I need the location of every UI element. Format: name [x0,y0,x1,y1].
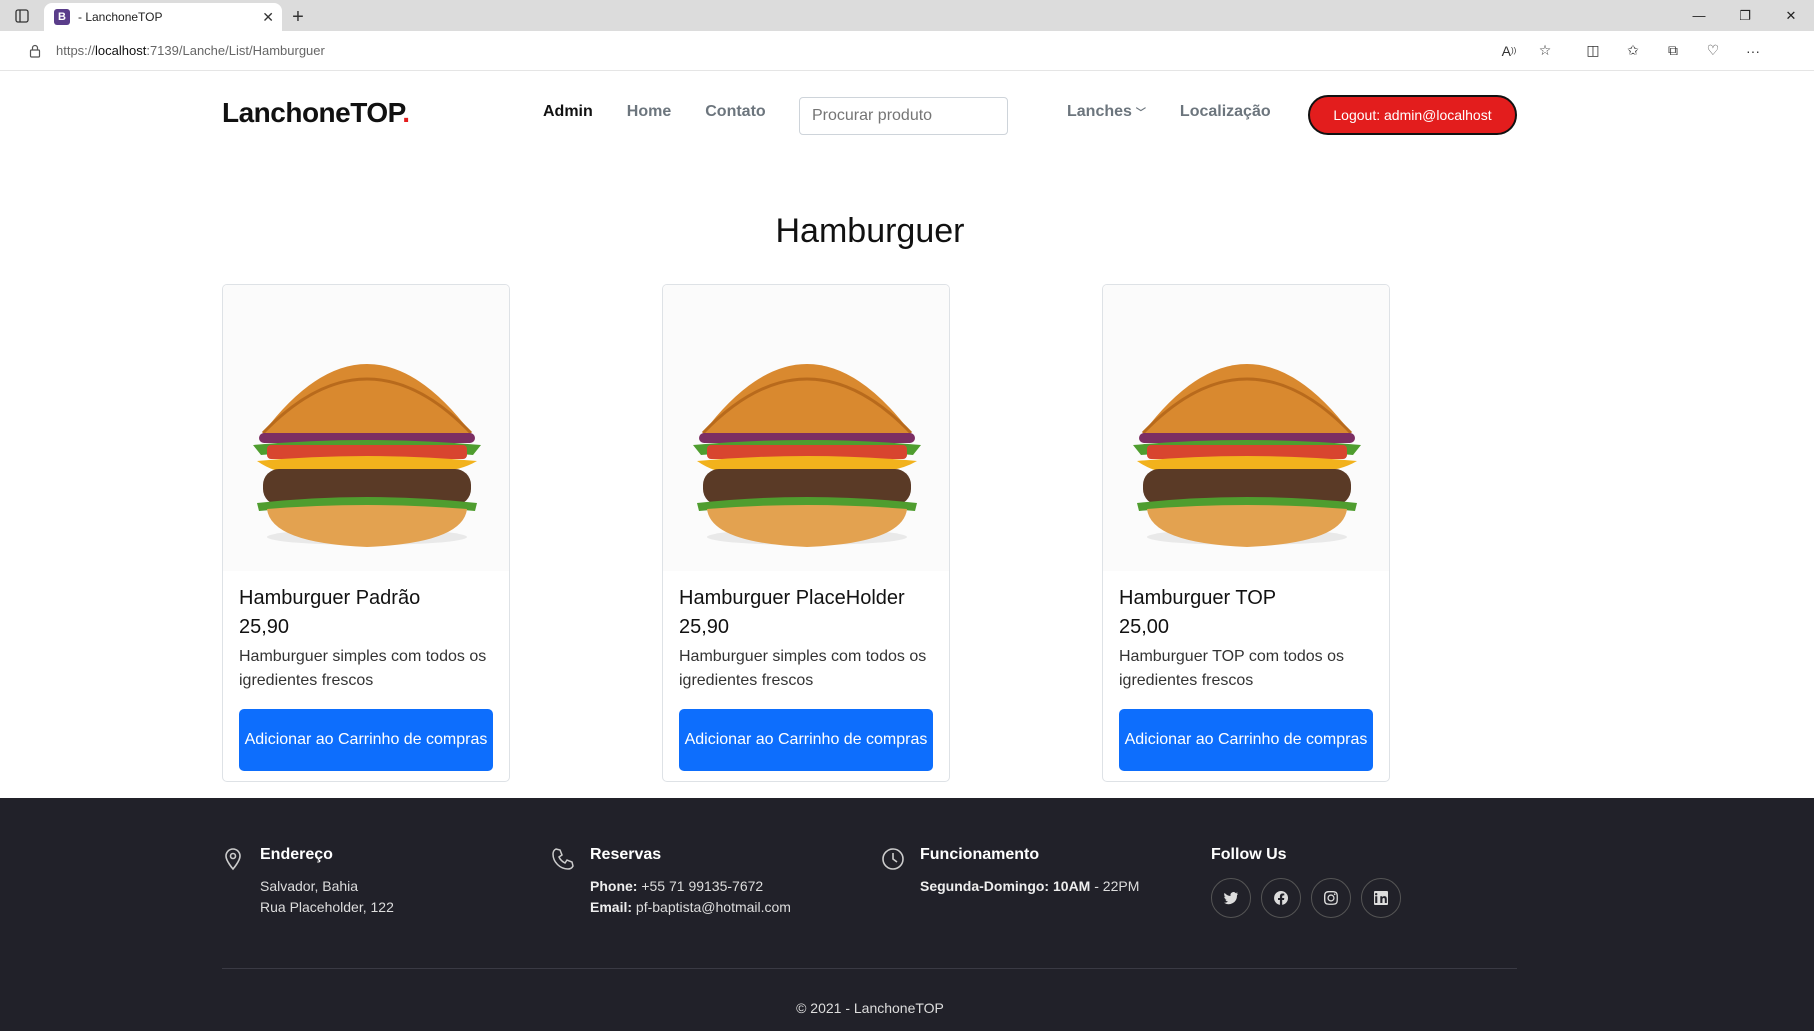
product-description: Hamburguer simples com todos os igredien… [679,648,927,689]
url-field[interactable]: https://localhost:7139/Lanche/List/Hambu… [16,34,1566,67]
add-to-cart-button[interactable]: Adicionar ao Carrinho de compras [239,709,493,771]
card-body: Hamburguer PlaceHolder 25,90 Hamburguer … [663,571,949,781]
nav-contato[interactable]: Contato [705,103,765,121]
footer-divider [222,968,1517,969]
tab-title: - LanchoneTOP [78,10,163,24]
product-card: Hamburguer Padrão 25,90 Hamburguer simpl… [222,284,510,782]
product-image [223,285,509,571]
site-header: LanchoneTOP. Admin Home Contato Lanches﹀… [0,71,1814,156]
search-input[interactable] [799,97,1008,135]
page-title: Hamburguer [775,212,965,250]
window-controls: — ❐ ✕ [1676,0,1814,31]
restore-icon[interactable]: ❐ [1722,0,1768,31]
footer-follow: Follow Us [1211,846,1401,918]
brand-logo[interactable]: LanchoneTOP. [222,97,410,129]
phone-line: Phone: +55 71 99135-7672 [590,878,764,894]
footer-hours: Funcionamento Segunda-Domingo: 10AM - 22… [920,846,1139,897]
twitter-icon[interactable] [1211,878,1251,918]
lock-icon [29,44,41,58]
email-line: Email: pf-baptista@hotmail.com [590,899,791,915]
browser-tabbar: B - LanchoneTOP ✕ + — ❐ ✕ [0,0,1814,31]
tab-actions-icon[interactable] [0,0,44,31]
more-menu-icon[interactable]: ··· [1744,42,1762,60]
product-price: 25,90 [239,616,290,638]
address-title: Endereço [260,846,333,863]
bootstrap-favicon-icon: B [54,9,70,25]
email-link[interactable]: pf-baptista@hotmail.com [636,899,791,915]
minimize-icon[interactable]: — [1676,0,1722,31]
product-description: Hamburguer simples com todos os igredien… [239,648,487,689]
url-text: https://localhost:7139/Lanche/List/Hambu… [56,43,325,58]
product-price: 25,00 [1119,616,1170,638]
favorites-icon[interactable]: ✩ [1624,42,1642,60]
nav-admin[interactable]: Admin [543,103,593,121]
product-description: Hamburguer TOP com todos os igredientes … [1119,648,1344,689]
site-footer: Endereço Salvador, Bahia Rua Placeholder… [0,798,1814,1031]
main-nav: Admin Home Contato [543,103,766,121]
close-window-icon[interactable]: ✕ [1768,0,1814,31]
instagram-icon[interactable] [1311,878,1351,918]
product-card: Hamburguer TOP 25,00 Hamburguer TOP com … [1102,284,1390,782]
phone-icon [552,848,574,870]
clock-icon [882,848,904,870]
product-price: 25,90 [679,616,730,638]
linkedin-icon[interactable] [1361,878,1401,918]
address-line-2: Rua Placeholder, 122 [260,899,394,915]
add-to-cart-button[interactable]: Adicionar ao Carrinho de compras [1119,709,1373,771]
browser-tab[interactable]: B - LanchoneTOP ✕ [44,3,282,31]
card-body: Hamburguer Padrão 25,90 Hamburguer simpl… [223,571,509,781]
reservations-title: Reservas [590,846,662,863]
logout-button[interactable]: Logout: admin@localhost [1308,95,1517,135]
favorite-star-icon[interactable]: ☆ [1536,42,1554,60]
product-name[interactable]: Hamburguer TOP [1119,587,1373,610]
hours-title: Funcionamento [920,846,1040,863]
product-image [1103,285,1389,571]
split-screen-icon[interactable]: ◫ [1584,42,1602,60]
copyright-text: © 2021 - LanchoneTOP [796,1000,944,1016]
secondary-nav: Lanches ﹀ Localização [1067,103,1271,121]
nav-localizacao[interactable]: Localização [1180,103,1271,121]
new-tab-button[interactable]: + [282,3,314,31]
product-image [663,285,949,571]
product-name[interactable]: Hamburguer PlaceHolder [679,587,933,610]
facebook-icon[interactable] [1261,878,1301,918]
nav-home[interactable]: Home [627,103,671,121]
add-to-cart-button[interactable]: Adicionar ao Carrinho de compras [679,709,933,771]
close-tab-icon[interactable]: ✕ [262,9,274,26]
location-pin-icon [225,848,241,871]
browser-essentials-icon[interactable]: ♡ [1704,42,1722,60]
address-bar: https://localhost:7139/Lanche/List/Hambu… [0,31,1814,71]
chevron-down-icon: ﹀ [1135,108,1146,119]
nav-lanches-dropdown[interactable]: Lanches ﹀ [1067,103,1146,121]
footer-address: Endereço Salvador, Bahia Rua Placeholder… [260,846,394,918]
address-line-1: Salvador, Bahia [260,878,359,894]
card-body: Hamburguer TOP 25,00 Hamburguer TOP com … [1103,571,1389,781]
product-card: Hamburguer PlaceHolder 25,90 Hamburguer … [662,284,950,782]
read-aloud-icon[interactable]: A)) [1500,42,1518,60]
follow-title: Follow Us [1211,846,1287,863]
collections-icon[interactable]: ⧉ [1664,42,1682,60]
footer-reservations: Reservas Phone: +55 71 99135-7672 Email:… [590,846,791,918]
product-name[interactable]: Hamburguer Padrão [239,587,493,610]
hours-line: Segunda-Domingo: 10AM - 22PM [920,878,1140,894]
